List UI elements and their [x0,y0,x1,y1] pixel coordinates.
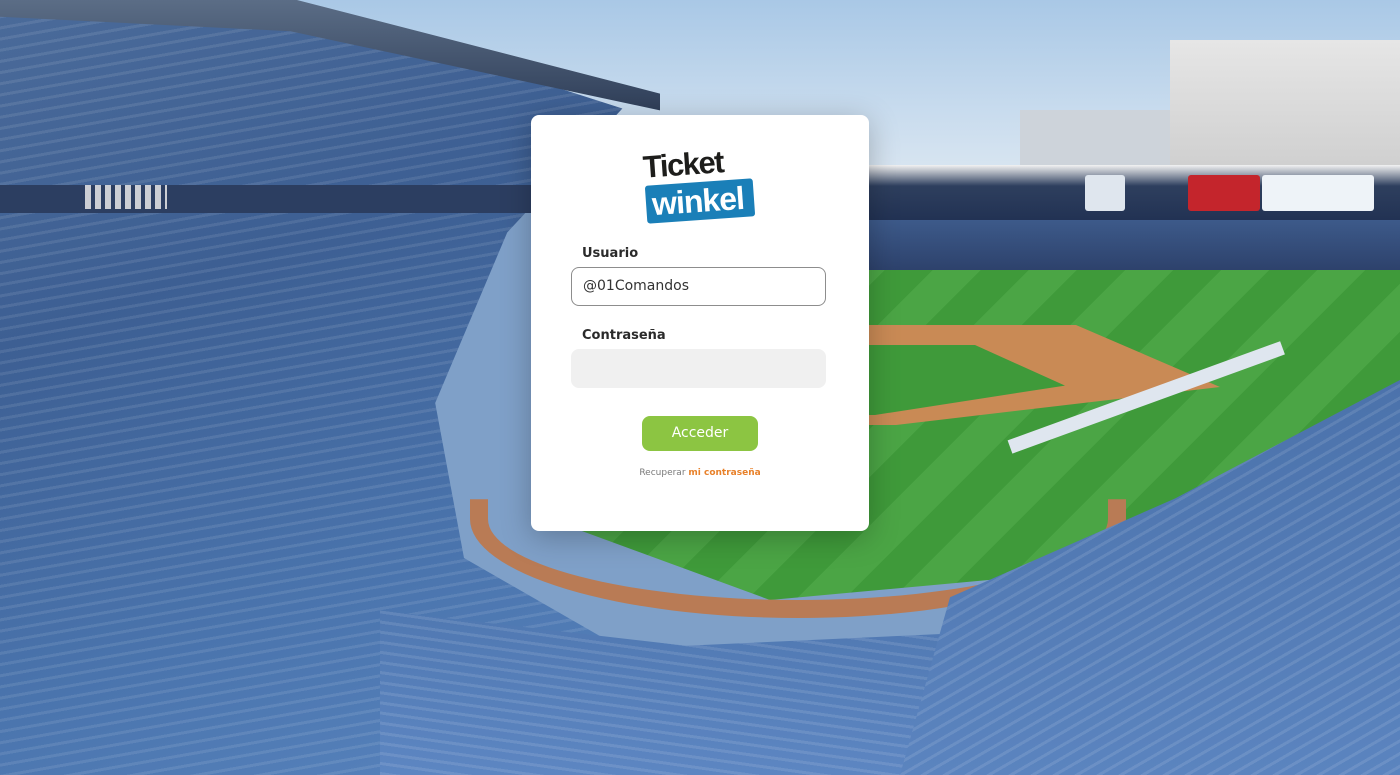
username-label: Usuario [582,246,639,261]
login-button[interactable]: Acceder [642,416,758,451]
username-input[interactable]: @01Comandos [571,267,826,306]
logo-text-bottom: winkel [650,179,745,223]
building [1170,40,1400,170]
ticketwinkel-logo: Ticket winkel [641,144,757,224]
logo-text-top: Ticket [641,144,725,185]
recover-password: Recuperar mi contraseña [531,468,869,478]
ad-board [1085,175,1125,211]
login-card: Ticket winkel Usuario @01Comandos Contra… [531,115,869,531]
building [1020,110,1170,170]
recover-password-link[interactable]: mi contraseña [688,468,760,478]
password-input[interactable] [571,349,826,388]
recover-prefix: Recuperar [639,468,686,478]
ad-board [1262,175,1374,211]
sponsor-sign [85,185,167,209]
password-label: Contraseña [582,328,666,343]
concourse [0,185,540,213]
ad-board [1188,175,1260,211]
